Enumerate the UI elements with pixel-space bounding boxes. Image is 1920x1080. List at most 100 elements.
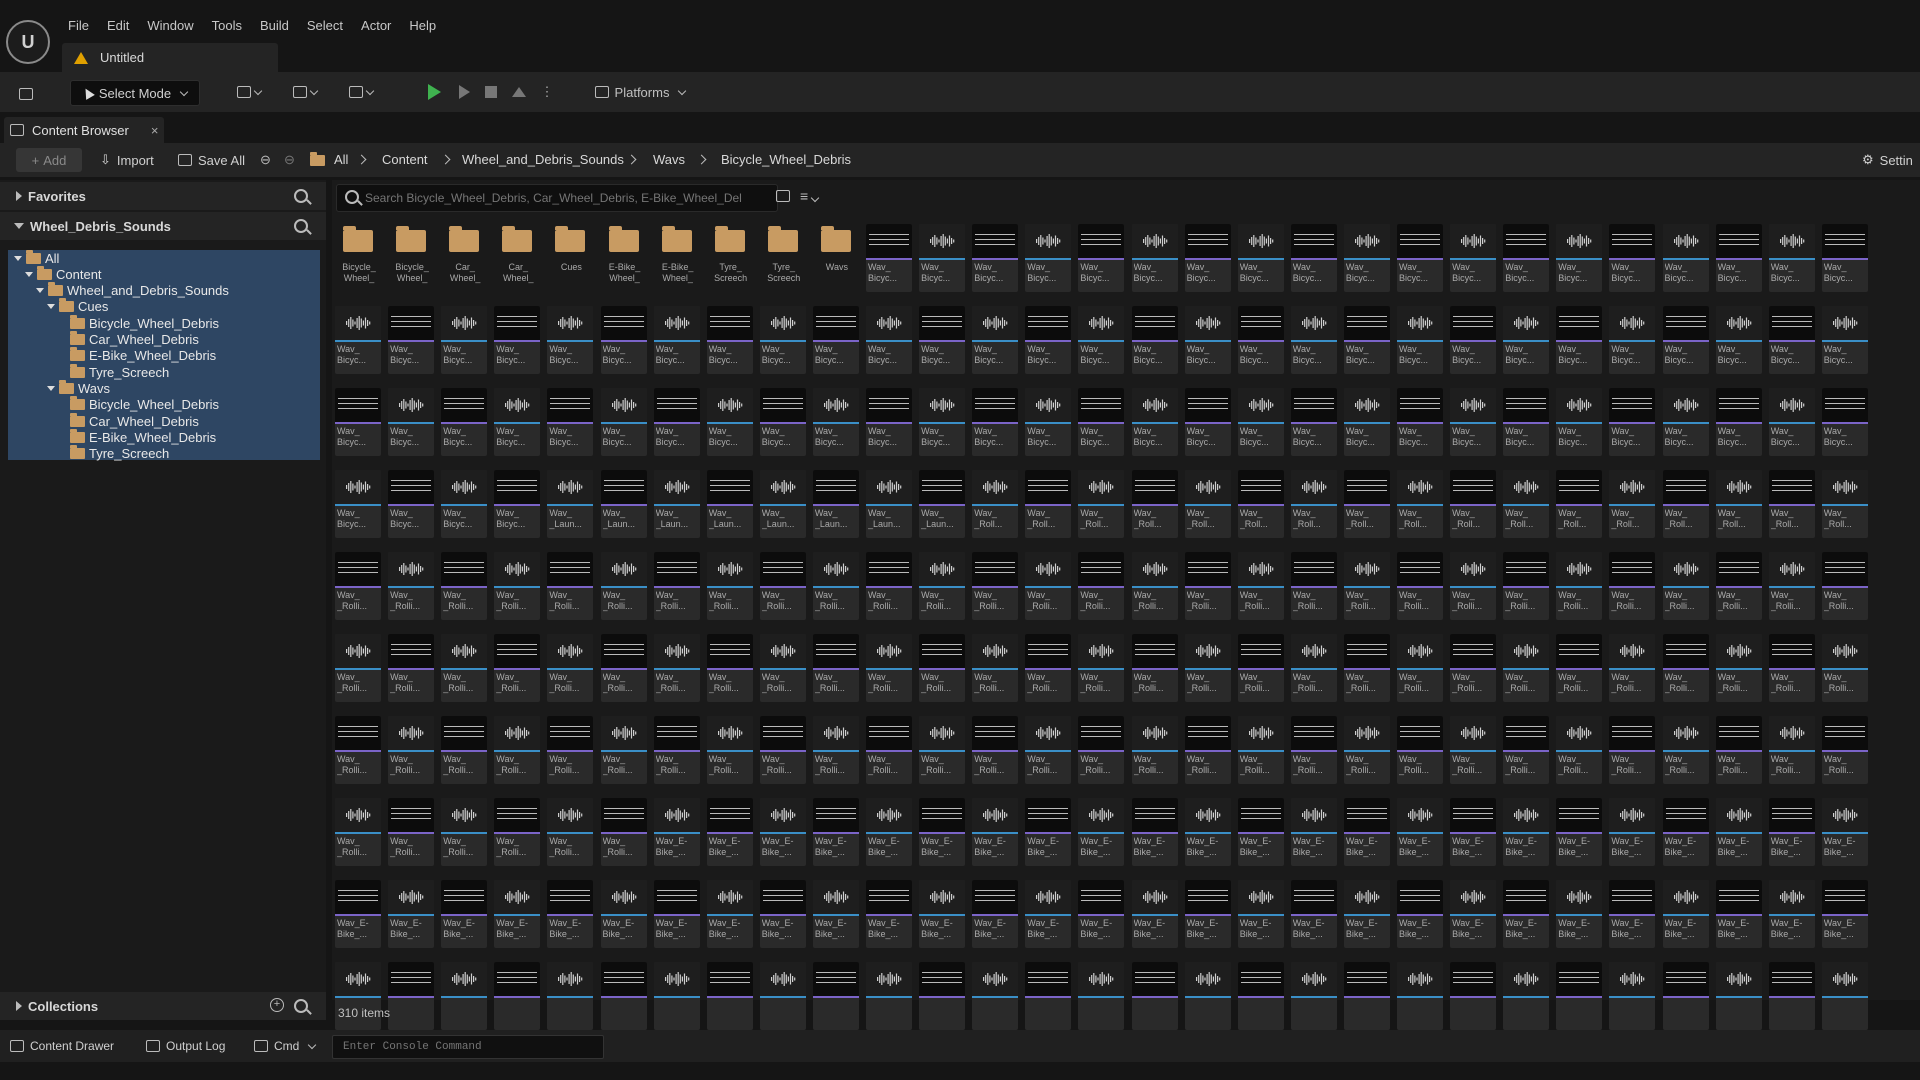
sound-asset-tile[interactable]: Wav_ _Rolli... [1290,634,1337,702]
step-button[interactable] [455,80,473,104]
sound-asset-tile[interactable]: Wav_ Bicyc... [1025,306,1072,374]
sound-asset-tile[interactable]: Wav_ Bicyc... [1025,224,1072,292]
sound-asset-tile[interactable] [1237,962,1284,1030]
sound-asset-tile[interactable]: Wav_ Bicyc... [1078,306,1125,374]
sound-asset-tile[interactable]: Wav_E- Bike_... [812,798,859,866]
folder-tile[interactable]: Tyre_ Screech [707,224,753,292]
sound-asset-tile[interactable]: Wav_ Bicyc... [1715,388,1762,456]
cinematics-icon[interactable] [344,80,378,104]
sound-asset-tile[interactable]: Wav_ _Laun... [759,470,806,538]
sound-asset-tile[interactable] [1821,962,1868,1030]
menu-window[interactable]: Window [139,14,203,36]
breadcrumb-bicycle-wheel-debris[interactable]: Bicycle_Wheel_Debris [721,152,851,167]
sound-asset-tile[interactable]: Wav_ _Rolli... [759,634,806,702]
sound-asset-tile[interactable]: Wav_ _Roll... [1715,470,1762,538]
sound-asset-tile[interactable]: Wav_ _Rolli... [1503,716,1550,784]
sound-asset-tile[interactable]: Wav_ _Rolli... [1078,634,1125,702]
sound-asset-tile[interactable]: Wav_ Bicyc... [1184,388,1231,456]
sound-asset-tile[interactable]: Wav_E- Bike_... [1131,880,1178,948]
sound-asset-tile[interactable]: Wav_E- Bike_... [1768,880,1815,948]
sound-asset-tile[interactable]: Wav_ Bicyc... [812,388,859,456]
sound-asset-tile[interactable]: Wav_ _Rolli... [441,716,488,784]
menu-file[interactable]: File [60,14,99,36]
sound-asset-tile[interactable]: Wav_ _Rolli... [919,552,966,620]
sound-asset-tile[interactable]: Wav_ _Rolli... [1237,552,1284,620]
sound-asset-tile[interactable]: Wav_ Bicyc... [1450,388,1497,456]
sound-asset-tile[interactable]: Wav_ Bicyc... [706,306,753,374]
sound-asset-tile[interactable]: Wav_ _Roll... [1237,470,1284,538]
sound-asset-tile[interactable]: Wav_E- Bike_... [1290,880,1337,948]
sound-asset-tile[interactable]: Wav_ _Rolli... [812,634,859,702]
sound-asset-tile[interactable]: Wav_ _Rolli... [547,634,594,702]
filter-icon[interactable]: ≡ [800,188,830,206]
sound-asset-tile[interactable]: Wav_ Bicyc... [335,306,381,374]
sound-asset-tile[interactable]: Wav_ Bicyc... [1715,306,1762,374]
sound-asset-tile[interactable]: Wav_ Bicyc... [388,388,435,456]
collections-header[interactable]: Collections + [0,992,326,1020]
tree-item[interactable]: All [14,249,59,266]
sound-asset-tile[interactable]: Wav_E- Bike_... [653,880,700,948]
sound-asset-tile[interactable]: Wav_E- Bike_... [919,880,966,948]
sound-asset-tile[interactable]: Wav_ Bicyc... [547,306,594,374]
sound-asset-tile[interactable]: Wav_ _Rolli... [600,716,647,784]
favorites-header[interactable]: Favorites [0,182,326,210]
sound-asset-tile[interactable]: Wav_ Bicyc... [1131,224,1178,292]
sound-asset-tile[interactable] [1715,962,1762,1030]
sound-asset-tile[interactable]: Wav_ _Roll... [1556,470,1603,538]
sound-asset-tile[interactable] [600,962,647,1030]
sound-asset-tile[interactable]: Wav_ _Rolli... [441,552,488,620]
sound-asset-tile[interactable]: Wav_ _Rolli... [1290,552,1337,620]
sound-asset-tile[interactable]: Wav_ _Rolli... [1450,634,1497,702]
sound-asset-tile[interactable]: Wav_E- Bike_... [1397,798,1443,866]
content-browser-tab[interactable]: Content Browser × [4,117,164,143]
folder-tile[interactable]: Bicycle_ Wheel_ [388,224,434,292]
sound-asset-tile[interactable]: Wav_ _Roll... [1397,470,1443,538]
sound-asset-tile[interactable]: Wav_ _Rolli... [1609,716,1656,784]
sound-asset-tile[interactable]: Wav_E- Bike_... [1290,798,1337,866]
sound-asset-tile[interactable]: Wav_ _Rolli... [759,552,806,620]
breadcrumb-wavs[interactable]: Wavs [653,152,685,167]
sound-asset-tile[interactable]: Wav_E- Bike_... [388,880,435,948]
collapse-arrow-icon[interactable] [14,255,22,261]
asset-search-field[interactable] [336,184,778,212]
sound-asset-tile[interactable]: Wav_ Bicyc... [866,388,912,456]
add-actor-icon[interactable] [232,80,266,104]
sound-asset-tile[interactable] [441,962,488,1030]
sound-asset-tile[interactable] [494,962,541,1030]
sound-asset-tile[interactable]: Wav_E- Bike_... [972,880,1019,948]
sound-asset-tile[interactable]: Wav_ Bicyc... [441,388,488,456]
sound-asset-tile[interactable]: Wav_ _Rolli... [1821,552,1868,620]
sound-asset-tile[interactable]: Wav_ _Rolli... [1450,716,1497,784]
sound-asset-tile[interactable]: Wav_ _Rolli... [972,552,1019,620]
sound-asset-tile[interactable]: Wav_ _Roll... [1343,470,1390,538]
sound-asset-tile[interactable]: Wav_ Bicyc... [335,388,381,456]
sound-asset-tile[interactable]: Wav_ _Rolli... [706,552,753,620]
sound-asset-tile[interactable]: Wav_ Bicyc... [441,470,488,538]
sound-asset-tile[interactable]: Wav_ Bicyc... [972,388,1019,456]
folder-tile[interactable]: Car_ Wheel_ [494,224,540,292]
sound-asset-tile[interactable]: Wav_ Bicyc... [653,306,700,374]
sound-asset-tile[interactable] [1343,962,1390,1030]
sound-asset-tile[interactable] [1609,962,1656,1030]
sound-asset-tile[interactable]: Wav_ _Rolli... [1662,552,1709,620]
sound-asset-tile[interactable]: Wav_ _Roll... [1025,470,1072,538]
sound-asset-tile[interactable]: Wav_ Bicyc... [1556,224,1603,292]
sound-asset-tile[interactable]: Wav_ _Roll... [1662,470,1709,538]
sound-asset-tile[interactable]: Wav_ _Laun... [547,470,594,538]
folder-tile[interactable]: Car_ Wheel_ [441,224,487,292]
sound-asset-tile[interactable]: Wav_E- Bike_... [1503,798,1550,866]
sound-asset-tile[interactable] [1662,962,1709,1030]
sound-asset-tile[interactable]: Wav_E- Bike_... [1131,798,1178,866]
sound-asset-tile[interactable] [1078,962,1125,1030]
sound-asset-tile[interactable]: Wav_ Bicyc... [600,306,647,374]
console-command-field[interactable] [332,1035,604,1059]
select-mode-dropdown[interactable]: Select Mode [70,80,200,106]
blueprint-icon[interactable] [288,80,322,104]
sound-asset-tile[interactable]: Wav_ _Laun... [866,470,912,538]
sound-asset-tile[interactable]: Wav_E- Bike_... [1025,880,1072,948]
sound-asset-tile[interactable]: Wav_ Bicyc... [1078,224,1125,292]
sound-asset-tile[interactable]: Wav_ _Rolli... [1078,716,1125,784]
sound-asset-tile[interactable]: Wav_ Bicyc... [919,388,966,456]
sound-asset-tile[interactable]: Wav_E- Bike_... [494,880,541,948]
asset-search-input[interactable] [363,188,767,208]
